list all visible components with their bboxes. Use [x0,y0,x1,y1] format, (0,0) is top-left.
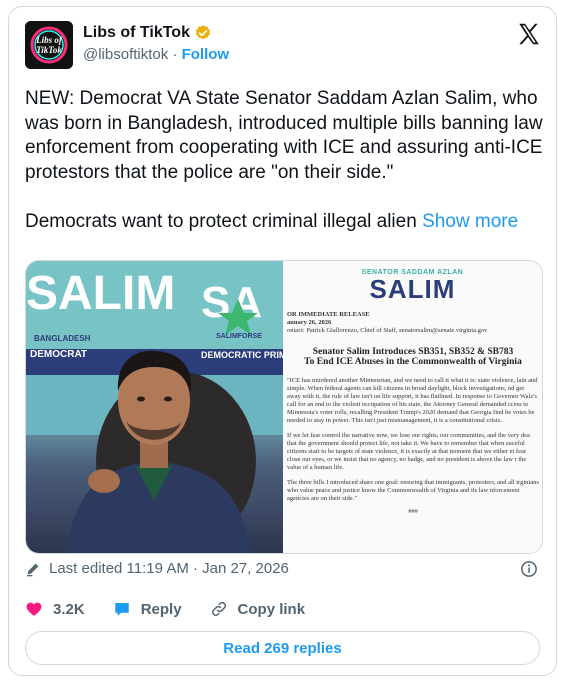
author-handle[interactable]: @libsoftiktok [83,46,168,63]
svg-text:SALIM: SALIM [26,267,175,320]
doc-end-mark: ### [408,508,418,515]
copy-link-label: Copy link [237,600,306,618]
doc-title-2: To End ICE Abuses in the Commonwealth of… [304,357,522,367]
reply-button[interactable]: Reply [113,600,182,618]
photo-scene: SALIM SA DEMOCRAT DEMOCRATIC PRIM BANGLA… [26,261,283,553]
svg-text:TikTok: TikTok [36,45,62,55]
handle-separator: · [172,46,182,63]
x-logo-icon[interactable] [516,21,542,47]
doc-release-line: OR IMMEDIATE RELEASE [287,311,370,318]
doc-date-line: anuary 26, 2026 [287,319,332,326]
edit-history-row[interactable]: Last edited 11:19 AM · Jan 27, 2026 [25,560,289,577]
last-edited-text[interactable]: Last edited 11:19 AM · Jan 27, 2026 [49,560,289,577]
media-attachment[interactable]: SALIM SA DEMOCRAT DEMOCRATIC PRIM BANGLA… [25,260,543,554]
pencil-icon [27,563,39,576]
read-replies-label: Read 269 replies [223,639,342,657]
link-icon [211,601,226,617]
doc-title-1: Senator Salim Introduces SB351, SB352 & … [312,347,514,357]
svg-text:DEMOCRATIC PRIM: DEMOCRATIC PRIM [201,350,283,360]
read-replies-button[interactable]: Read 269 replies [25,631,540,665]
action-bar: 3.2K Reply Copy link [25,600,333,618]
follow-button[interactable]: Follow [182,46,230,63]
tweet-text: NEW: Democrat VA State Senator Saddam Az… [25,87,545,234]
heart-icon [26,602,42,616]
doc-paragraph-2: If we let fear control the narrative now… [287,432,530,471]
info-icon[interactable] [520,560,538,578]
copy-link-button[interactable]: Copy link [210,600,306,618]
avatar[interactable]: Libs of TikTok [25,21,73,69]
like-button[interactable]: 3.2K [25,600,85,618]
svg-text:Libs of: Libs of [35,35,63,45]
svg-text:SALIMFORSE: SALIMFORSE [216,333,262,340]
show-more-link[interactable]: Show more [422,211,518,232]
svg-text:BANGLADESH: BANGLADESH [34,334,91,343]
press-release-image[interactable]: SENATOR SADDAM AZLAN SALIM OR IMMEDIATE … [283,261,542,553]
doc-paragraph-3: The three bills I introduced share one g… [287,479,539,502]
reply-label: Reply [140,600,182,618]
doc-paragraph-1: "ICE has murdered another Minnesotan, an… [287,377,538,424]
speech-bubble-icon [114,603,129,616]
tweet-card: Libs of TikTok Libs of TikTok @libsoftik… [8,6,557,676]
doc-contact-line: ontact: Patrick Giallorenzo, Chief of St… [287,327,488,334]
verified-badge-icon [195,25,211,40]
doc-header-big: SALIM [369,274,456,304]
avatar-logo: Libs of TikTok [25,21,73,69]
video-still-image[interactable]: SALIM SA DEMOCRAT DEMOCRATIC PRIM BANGLA… [26,261,283,553]
author-name[interactable]: Libs of TikTok [83,24,190,42]
svg-text:DEMOCRAT: DEMOCRAT [30,349,87,360]
like-count: 3.2K [53,600,85,618]
